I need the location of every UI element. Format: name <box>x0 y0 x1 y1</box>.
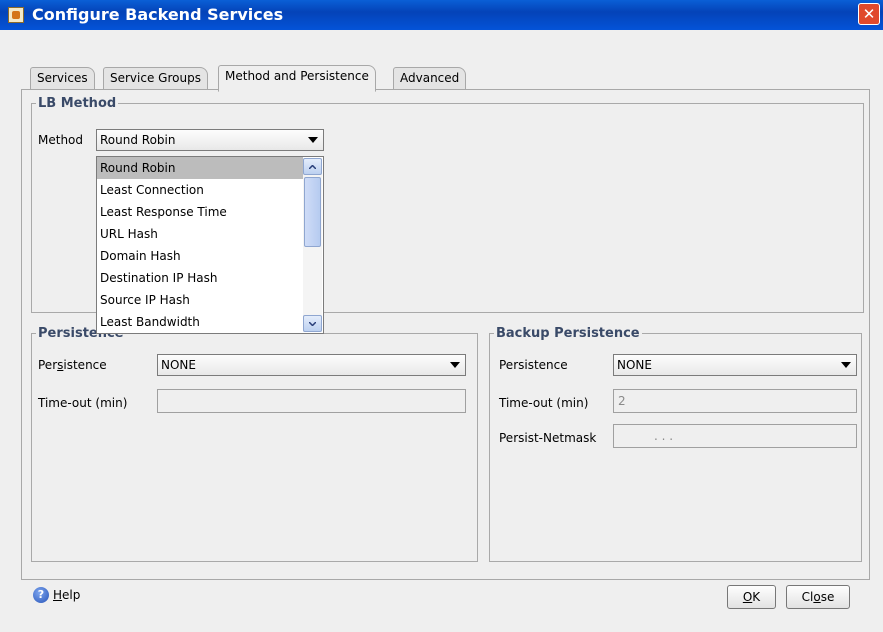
backup-persistence-select-value: NONE <box>617 358 652 372</box>
close-icon: ✕ <box>862 5 876 23</box>
tab-services[interactable]: Services <box>30 67 95 90</box>
tab-service-groups[interactable]: Service Groups <box>103 67 208 90</box>
tab-advanced[interactable]: Advanced <box>393 67 467 90</box>
method-option-destination-ip-hash[interactable]: Destination IP Hash <box>97 267 303 289</box>
java-cup-icon <box>8 7 24 23</box>
close-button[interactable]: Close <box>786 585 850 609</box>
method-select-value: Round Robin <box>100 133 176 147</box>
persistence-label: Persistence <box>38 358 107 372</box>
backup-persistence-label: Persistence <box>499 358 568 372</box>
help-label: Help <box>53 588 81 602</box>
scroll-down-button[interactable] <box>303 315 322 332</box>
chevron-up-icon <box>309 165 316 169</box>
backup-timeout-field[interactable]: 2 <box>613 389 857 413</box>
timeout-label: Time-out (min) <box>38 396 128 410</box>
ok-button[interactable]: OK <box>727 585 776 609</box>
chevron-down-icon <box>309 322 316 326</box>
method-label: Method <box>38 133 84 147</box>
method-dropdown-list: Round Robin Least Connection Least Respo… <box>96 156 324 334</box>
chevron-down-icon <box>841 362 851 368</box>
scroll-up-button[interactable] <box>303 158 322 175</box>
tab-method-and-persistence[interactable]: Method and Persistence <box>218 65 376 92</box>
title-bar: Configure Backend Services ✕ <box>0 0 883 30</box>
backup-persistence-select[interactable]: NONE <box>613 354 857 376</box>
netmask-field[interactable]: . . . <box>613 424 857 448</box>
dropdown-scrollbar[interactable] <box>303 158 322 332</box>
method-option-least-connection[interactable]: Least Connection <box>97 179 303 201</box>
timeout-field[interactable] <box>157 389 466 413</box>
backup-persistence-legend: Backup Persistence <box>496 326 640 341</box>
method-option-least-response-time[interactable]: Least Response Time <box>97 201 303 223</box>
persistence-select[interactable]: NONE <box>157 354 466 376</box>
method-option-least-bandwidth[interactable]: Least Bandwidth <box>97 311 303 333</box>
method-option-round-robin[interactable]: Round Robin <box>97 157 303 179</box>
chevron-down-icon <box>308 137 318 143</box>
lb-method-legend: LB Method <box>38 96 117 111</box>
method-option-domain-hash[interactable]: Domain Hash <box>97 245 303 267</box>
chevron-down-icon <box>450 362 460 368</box>
persistence-select-value: NONE <box>161 358 196 372</box>
backup-timeout-label: Time-out (min) <box>499 396 589 410</box>
scroll-thumb[interactable] <box>304 177 321 247</box>
window-title: Configure Backend Services <box>32 5 284 24</box>
netmask-label: Persist-Netmask <box>499 431 597 445</box>
method-select[interactable]: Round Robin <box>96 129 324 151</box>
method-option-url-hash[interactable]: URL Hash <box>97 223 303 245</box>
close-window-button[interactable]: ✕ <box>858 3 880 25</box>
help-icon: ? <box>33 587 49 603</box>
method-option-source-ip-hash[interactable]: Source IP Hash <box>97 289 303 311</box>
